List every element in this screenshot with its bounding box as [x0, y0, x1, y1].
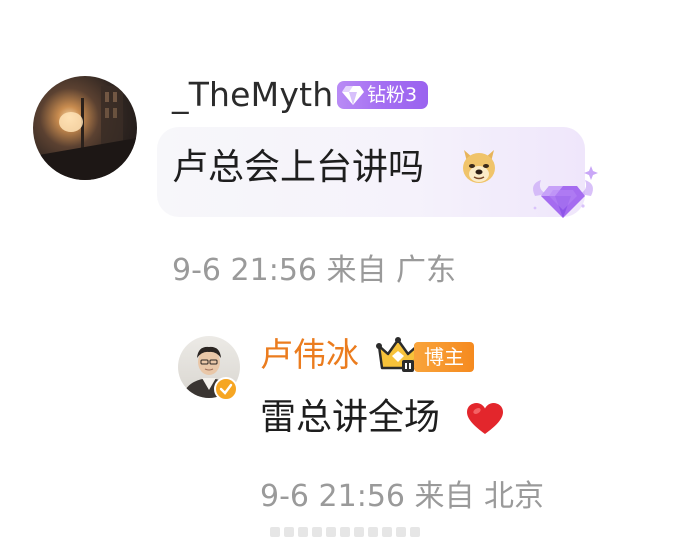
- verified-badge-icon: [214, 377, 238, 401]
- comment-text: 卢总会上台讲吗: [172, 147, 425, 188]
- doge-emoji-icon: [459, 146, 499, 186]
- avatar-photo: [33, 86, 137, 180]
- comment-username[interactable]: _TheMyth: [172, 74, 333, 116]
- comment-timestamp-location: 9-6 21:56 来自 广东: [172, 253, 457, 288]
- fan-badge-label: 钻粉3: [367, 84, 418, 106]
- blogger-badge: 博主: [414, 342, 474, 372]
- red-heart-emoji-icon: [466, 402, 504, 436]
- comment-thread: _TheMyth 钻粉3 卢总会上台讲吗 9-6 21:56 来自 广东 卢伟冰…: [0, 0, 695, 550]
- reply-text: 雷总讲全场: [260, 397, 441, 438]
- reply-username[interactable]: 卢伟冰: [260, 334, 359, 376]
- diamond-fan-decoration-icon: [525, 160, 601, 224]
- fan-level-badge[interactable]: 钻粉3: [337, 81, 428, 109]
- reply-timestamp-location: 9-6 21:56 来自 北京: [260, 479, 545, 514]
- diamond-icon: [341, 84, 365, 106]
- avatar[interactable]: [33, 76, 137, 180]
- watermark: [270, 521, 430, 543]
